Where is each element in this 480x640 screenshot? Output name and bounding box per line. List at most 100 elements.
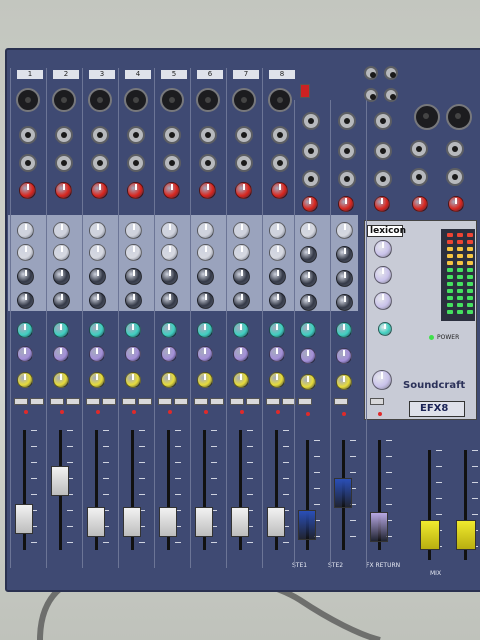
phantom-power-button[interactable] (300, 84, 310, 98)
stereo-jack[interactable] (338, 112, 356, 130)
output-level-knob[interactable] (448, 196, 464, 212)
rca-jack[interactable] (384, 88, 398, 102)
eq-mid-purple-knob[interactable] (125, 346, 141, 362)
insert-jack[interactable] (19, 154, 37, 172)
fx-param-knob[interactable] (374, 292, 392, 310)
eq-hi-cyan-knob[interactable] (161, 322, 177, 338)
mute-button[interactable] (266, 398, 280, 405)
stereo-eq-knob[interactable] (300, 246, 317, 263)
pan-yellow-knob[interactable] (89, 372, 105, 388)
master-mix-fader[interactable] (456, 520, 476, 551)
stereo-jack[interactable] (302, 142, 320, 160)
fx-param-knob[interactable] (374, 266, 392, 284)
mix-out-xlr[interactable] (446, 104, 472, 130)
stereo-eq-knob[interactable] (336, 294, 353, 311)
line-input-jack[interactable] (271, 126, 289, 144)
eq-hi-cyan-knob[interactable] (17, 322, 33, 338)
stereo-jack[interactable] (302, 112, 320, 130)
gain-knob[interactable] (55, 182, 72, 199)
eq-high-knob[interactable] (89, 268, 106, 285)
line-input-jack[interactable] (91, 126, 109, 144)
fx-cyan-knob[interactable] (378, 322, 392, 336)
pfl-button[interactable] (102, 398, 116, 405)
line-input-jack[interactable] (199, 126, 217, 144)
master-mix-fader[interactable] (420, 520, 440, 551)
aux2-knob[interactable] (161, 244, 178, 261)
xlr-input[interactable] (268, 88, 292, 112)
channel-fader[interactable] (231, 507, 249, 538)
stereo-cyan-knob[interactable] (300, 322, 316, 338)
aux2-knob[interactable] (269, 244, 286, 261)
eq-hi-cyan-knob[interactable] (269, 322, 285, 338)
stereo-eq-knob[interactable] (336, 246, 353, 263)
stereo-fader[interactable] (334, 478, 352, 509)
stereo-jack[interactable] (374, 112, 392, 130)
aux2-knob[interactable] (17, 244, 34, 261)
gain-knob[interactable] (271, 182, 288, 199)
pfl-button[interactable] (138, 398, 152, 405)
stereo-cyan-knob[interactable] (336, 322, 352, 338)
pfl-button[interactable] (246, 398, 260, 405)
eq-mid-knob[interactable] (161, 292, 178, 309)
stereo-mute-button[interactable] (370, 398, 384, 405)
stereo-yellow-knob[interactable] (336, 374, 352, 390)
pfl-button[interactable] (66, 398, 80, 405)
aux2-knob[interactable] (89, 244, 106, 261)
xlr-input[interactable] (160, 88, 184, 112)
eq-mid-knob[interactable] (269, 292, 286, 309)
channel-fader[interactable] (159, 507, 177, 538)
pan-yellow-knob[interactable] (17, 372, 33, 388)
stereo-mute-button[interactable] (298, 398, 312, 405)
eq-mid-knob[interactable] (89, 292, 106, 309)
pfl-button[interactable] (174, 398, 188, 405)
stereo-yellow-knob[interactable] (300, 374, 316, 390)
eq-mid-purple-knob[interactable] (89, 346, 105, 362)
gain-knob[interactable] (199, 182, 216, 199)
xlr-input[interactable] (16, 88, 40, 112)
eq-mid-purple-knob[interactable] (197, 346, 213, 362)
aux1-knob[interactable] (197, 222, 214, 239)
eq-high-knob[interactable] (17, 268, 34, 285)
eq-hi-cyan-knob[interactable] (53, 322, 69, 338)
eq-high-knob[interactable] (53, 268, 70, 285)
output-jack[interactable] (446, 140, 464, 158)
aux1-knob[interactable] (89, 222, 106, 239)
insert-jack[interactable] (55, 154, 73, 172)
insert-jack[interactable] (235, 154, 253, 172)
mute-button[interactable] (86, 398, 100, 405)
fx-program-knob[interactable] (374, 240, 392, 258)
gain-knob[interactable] (235, 182, 252, 199)
line-input-jack[interactable] (127, 126, 145, 144)
aux1-knob[interactable] (53, 222, 70, 239)
insert-jack[interactable] (163, 154, 181, 172)
eq-high-knob[interactable] (269, 268, 286, 285)
mute-button[interactable] (230, 398, 244, 405)
pan-yellow-knob[interactable] (197, 372, 213, 388)
stereo-gain-knob[interactable] (338, 196, 354, 212)
pfl-button[interactable] (30, 398, 44, 405)
eq-hi-cyan-knob[interactable] (197, 322, 213, 338)
gain-knob[interactable] (163, 182, 180, 199)
fx-return-fader[interactable] (370, 512, 388, 542)
rca-jack[interactable] (364, 66, 378, 80)
insert-jack[interactable] (199, 154, 217, 172)
output-jack[interactable] (410, 168, 428, 186)
line-input-jack[interactable] (55, 126, 73, 144)
insert-jack[interactable] (91, 154, 109, 172)
aux1-knob[interactable] (17, 222, 34, 239)
gain-knob[interactable] (127, 182, 144, 199)
aux1-knob[interactable] (269, 222, 286, 239)
stereo-fader[interactable] (298, 510, 316, 541)
mute-button[interactable] (14, 398, 28, 405)
program-select-knob[interactable] (372, 370, 392, 390)
stereo-eq-knob[interactable] (300, 270, 317, 287)
stereo-jack[interactable] (302, 170, 320, 188)
aux2-knob[interactable] (125, 244, 142, 261)
stereo-jack[interactable] (374, 170, 392, 188)
eq-mid-knob[interactable] (125, 292, 142, 309)
rca-jack[interactable] (384, 66, 398, 80)
line-input-jack[interactable] (163, 126, 181, 144)
mute-button[interactable] (158, 398, 172, 405)
mute-button[interactable] (122, 398, 136, 405)
xlr-input[interactable] (124, 88, 148, 112)
